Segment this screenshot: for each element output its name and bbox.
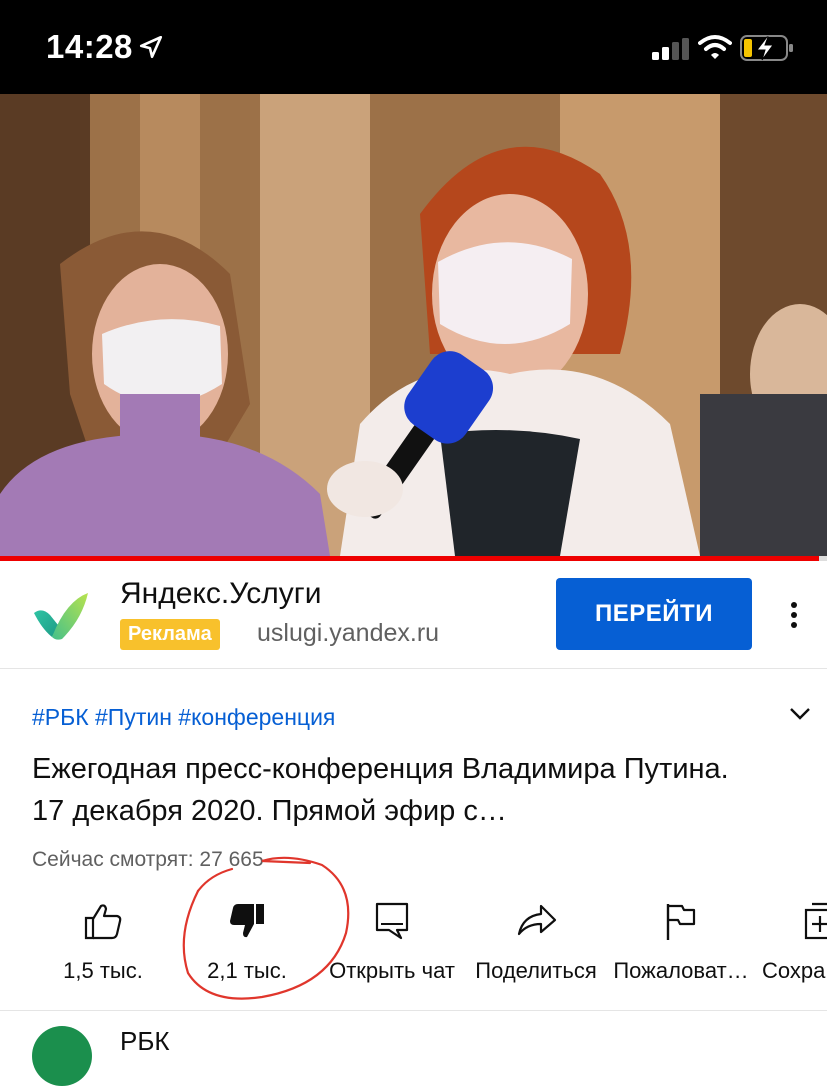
ad-badge: Реклама xyxy=(120,619,220,650)
more-vertical-icon[interactable] xyxy=(782,599,806,631)
share-button[interactable]: Поделиться xyxy=(468,900,604,990)
red-circle-annotation xyxy=(182,856,350,1000)
status-time: 14:28 xyxy=(46,28,133,65)
video-title[interactable]: Ежегодная пресс-конференция Владимира Пу… xyxy=(32,748,732,832)
add-to-playlist-icon xyxy=(804,902,827,940)
ad-cta-button[interactable]: ПЕРЕЙТИ xyxy=(556,578,752,650)
yandex-services-logo xyxy=(34,593,88,640)
save-label: Сохра xyxy=(762,958,826,983)
ad-url: uslugi.yandex.ru xyxy=(257,619,440,647)
channel-name[interactable]: РБК xyxy=(120,1026,170,1057)
thumbs-up-icon xyxy=(84,904,122,940)
video-frame xyxy=(0,94,827,556)
section-divider xyxy=(0,1010,827,1011)
location-arrow-icon xyxy=(139,35,163,59)
like-count: 1,5 тыс. xyxy=(63,958,143,983)
like-button[interactable]: 1,5 тыс. xyxy=(48,900,158,990)
report-button[interactable]: Пожаловат… xyxy=(608,900,754,990)
chat-icon xyxy=(375,902,409,940)
save-button[interactable]: Сохра xyxy=(762,900,827,990)
flag-icon xyxy=(666,904,696,940)
video-player[interactable] xyxy=(0,94,827,556)
advertiser-name: Яндекс.Услуги xyxy=(120,577,322,610)
report-label: Пожаловат… xyxy=(613,958,749,983)
wifi-icon xyxy=(698,35,732,59)
status-bar: 14:28 xyxy=(0,0,827,94)
battery-charging-icon xyxy=(740,35,793,61)
channel-avatar[interactable] xyxy=(32,1026,92,1086)
share-icon xyxy=(517,904,557,936)
cellular-signal-icon xyxy=(652,38,689,60)
ad-banner[interactable]: Яндекс.Услуги Реклама uslugi.yandex.ru П… xyxy=(0,561,827,669)
hashtags[interactable]: #РБК #Путин #конференция xyxy=(32,704,335,731)
chevron-down-icon[interactable] xyxy=(788,704,812,722)
share-label: Поделиться xyxy=(475,958,597,983)
